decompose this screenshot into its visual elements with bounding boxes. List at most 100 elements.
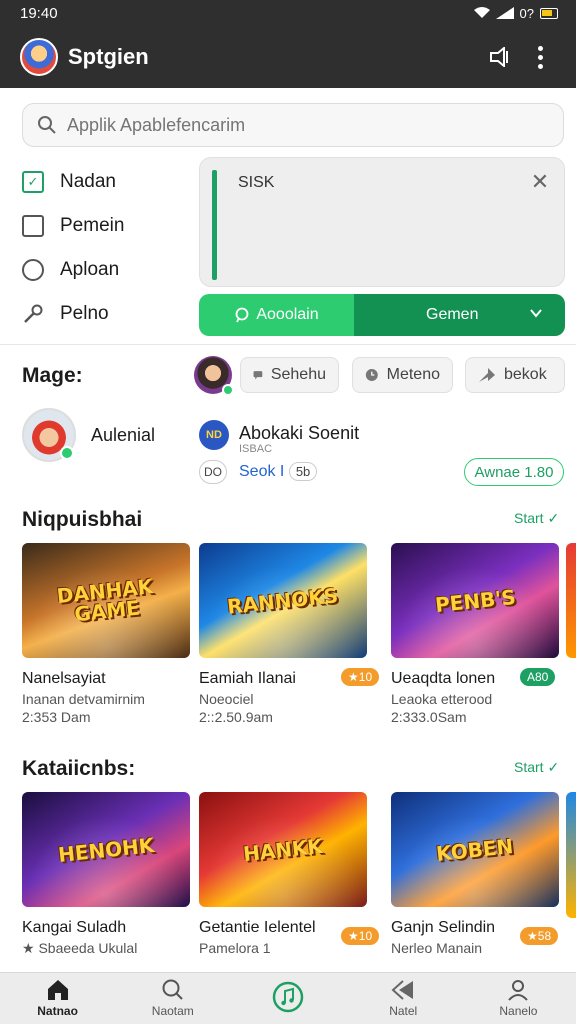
app-title: Sptgien — [68, 44, 149, 69]
publisher-stat: Seok I 5b — [239, 462, 318, 481]
card-meta: 2:333.0Sam — [391, 709, 467, 725]
secondary-action-dropdown[interactable]: Gemen — [354, 294, 565, 336]
search-input[interactable] — [67, 114, 547, 136]
option-label: Nadan — [60, 171, 116, 192]
game-card[interactable]: PENB'S Ueaqdta lonen Leaoka etterood 2:3… — [391, 543, 559, 725]
cast-button[interactable] — [480, 37, 520, 77]
search-bar[interactable] — [22, 103, 564, 147]
secondary-action-label: Gemen — [426, 306, 479, 323]
section-start-link[interactable]: Start ✓ — [514, 510, 559, 527]
back-icon — [391, 980, 414, 1000]
clock-icon — [365, 369, 378, 381]
search-icon — [162, 979, 183, 1000]
option-aploan[interactable]: Aploan — [22, 248, 192, 292]
text-panel-content: SISK — [238, 174, 275, 191]
game-card[interactable]: RANNOKS Eamiah Ilanai Noeociel 2::2.50.9… — [199, 543, 367, 725]
app-logo — [20, 38, 58, 76]
search-icon — [38, 116, 56, 134]
online-indicator — [60, 446, 74, 460]
status-time: 19:40 — [20, 4, 58, 22]
more-options-button[interactable] — [520, 37, 560, 77]
stat-text: Seok I — [239, 463, 285, 480]
game-thumbnail: HENOHK — [22, 792, 190, 907]
game-thumbnail: HANKK — [199, 792, 367, 907]
option-nadan[interactable]: ✓ Nadan — [22, 160, 192, 204]
option-label: Pelno — [60, 303, 109, 324]
chip-label: bekok — [504, 366, 547, 383]
option-pelno[interactable]: Pelno — [22, 292, 192, 336]
nav-label: Naotam — [151, 1004, 194, 1018]
text-panel[interactable]: SISK ✕ — [199, 157, 565, 287]
nav-profile[interactable]: Nanelo — [461, 973, 576, 1024]
publisher-subtitle: ISBAC — [239, 443, 273, 455]
option-pemein[interactable]: Pemein — [22, 204, 192, 248]
rating-badge: A80 — [520, 668, 556, 686]
checkbox-checked-icon[interactable]: ✓ — [22, 171, 44, 193]
badge-value: 10 — [358, 929, 373, 943]
avatar[interactable] — [194, 356, 234, 396]
rating-badge: ★ 10 — [341, 668, 380, 686]
card-title: Nanelsayiat — [22, 670, 106, 687]
divider — [0, 344, 576, 345]
game-thumbnail: DANHAK GAME — [22, 543, 190, 658]
game-thumbnail: KOBEN — [391, 792, 559, 907]
music-icon — [272, 981, 304, 1013]
nav-center[interactable] — [230, 973, 345, 1024]
nav-label: Natnao — [37, 1004, 78, 1018]
card-subtitle: Noeociel — [199, 691, 254, 707]
chip-bekok[interactable]: bekok — [465, 357, 565, 393]
primary-action-label: Aooolain — [256, 306, 319, 323]
status-icons: 0? — [473, 6, 558, 21]
game-thumbnail: PENB'S — [391, 543, 559, 658]
radio-icon[interactable] — [22, 259, 44, 281]
chip-meteno[interactable]: Meteno — [352, 357, 453, 393]
action-button-group: Aooolain Gemen — [199, 294, 565, 336]
primary-action-button[interactable]: Aooolain — [199, 294, 354, 336]
nav-search[interactable]: Naotam — [115, 973, 230, 1024]
home-icon — [47, 980, 68, 1000]
card-subtitle: Leaoka etterood — [391, 691, 493, 707]
section-link-label: Start — [514, 759, 544, 775]
card-subtitle: Pamelora 1 — [199, 940, 271, 956]
signal-icon — [495, 7, 514, 19]
kebab-icon — [537, 45, 543, 69]
option-label: Pemein — [60, 215, 125, 236]
chat-icon — [235, 307, 249, 323]
app-bar: Sptgien — [0, 26, 576, 88]
publisher-name: Abokaki Soenit — [239, 423, 360, 443]
stat-pill: 5b — [288, 462, 318, 481]
option-label: Aploan — [60, 259, 120, 280]
nav-label: Natel — [389, 1004, 418, 1018]
section-start-link[interactable]: Start ✓ — [514, 759, 559, 776]
section-link-label: Start — [514, 510, 544, 526]
chat-icon — [253, 371, 263, 380]
rating-badge: ★ 58 — [520, 927, 559, 945]
close-icon[interactable]: ✕ — [528, 169, 552, 194]
checkbox-unchecked-icon[interactable] — [22, 215, 44, 237]
chip-sehehu[interactable]: Sehehu — [240, 357, 339, 393]
nav-back[interactable]: Natel — [346, 973, 461, 1024]
nav-home[interactable]: Natnao — [0, 973, 115, 1024]
publisher-badge: DO — [199, 460, 227, 484]
badge-value: 10 — [358, 670, 373, 684]
user-name: Aulenial — [91, 425, 156, 445]
share-icon — [479, 368, 495, 382]
card-subtitle-text: Sbaeeda Ukulal — [38, 940, 138, 956]
game-card[interactable]: DANHAK GAME Nanelsayiat Inanan detvamirn… — [22, 543, 190, 725]
mage-label: Mage: — [22, 364, 83, 387]
badge-value: 58 — [537, 929, 552, 943]
user-avatar[interactable] — [22, 408, 76, 462]
card-subtitle: ★ Sbaeeda Ukulal — [22, 940, 138, 956]
install-button[interactable]: Awnae 1.80 — [464, 458, 564, 486]
section-title: Kataiicnbs: — [22, 757, 136, 780]
card-subtitle: Inanan detvamirnim — [22, 691, 145, 707]
options-list: ✓ Nadan Pemein Aploan Pelno — [22, 160, 192, 336]
next-card-peek — [566, 543, 576, 658]
game-card[interactable]: HENOHK Kangai Suladh ★ Sbaeeda Ukulal — [22, 792, 190, 957]
profile-icon — [508, 980, 529, 1001]
rating-badge: ★ 10 — [341, 927, 380, 945]
next-card-peek — [566, 792, 576, 918]
chip-label: Meteno — [386, 366, 440, 383]
battery-icon — [540, 7, 558, 19]
text-cursor-bar — [212, 170, 217, 280]
